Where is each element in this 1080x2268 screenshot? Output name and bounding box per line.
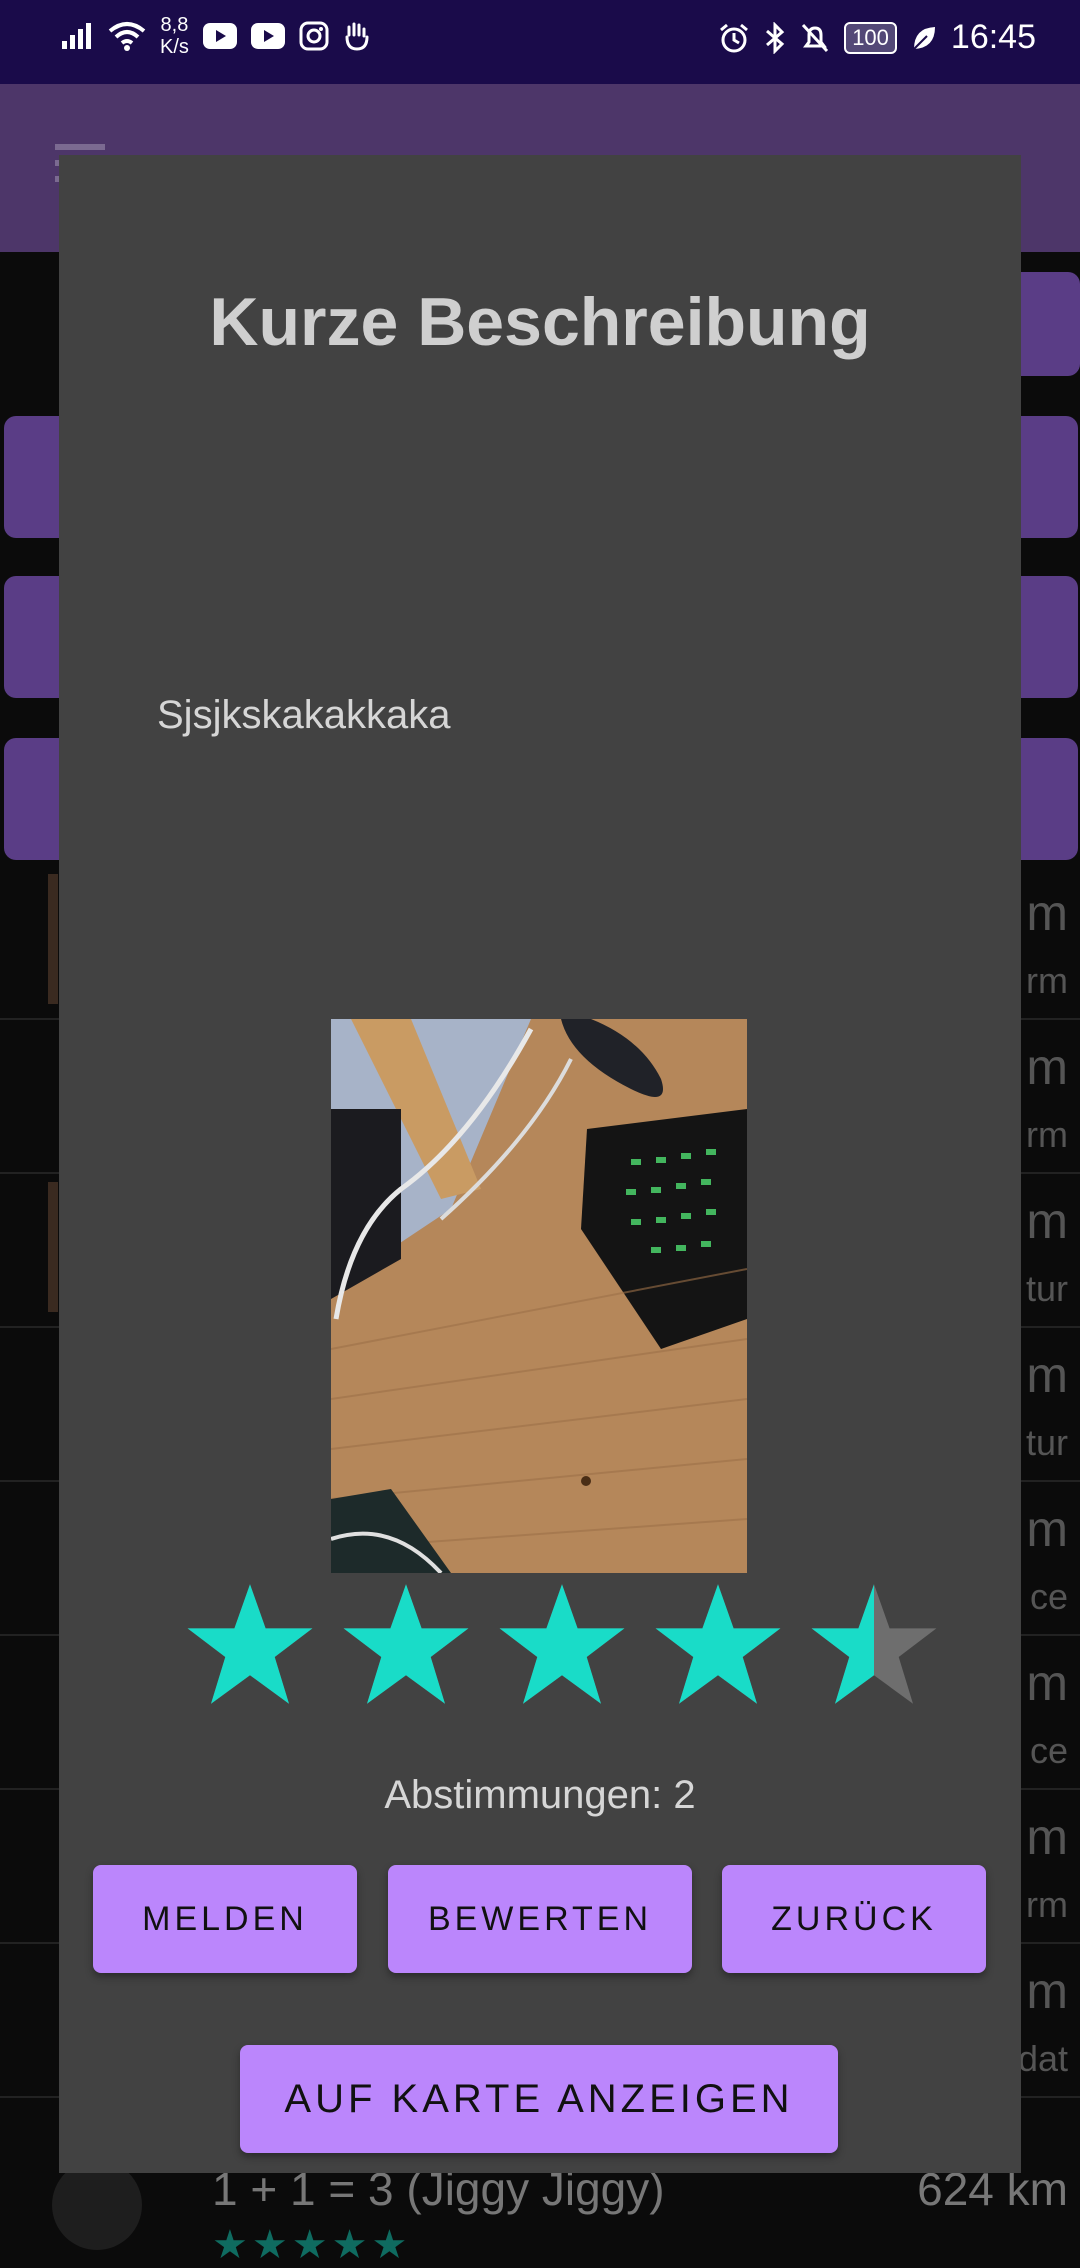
rate-button[interactable]: BEWERTEN <box>388 1865 692 1973</box>
battery-icon: 100 <box>844 21 897 54</box>
detail-dialog: Kurze Beschreibung Sjsjkskakakkaka Absti… <box>59 155 1021 2173</box>
star-icon <box>811 1584 937 1704</box>
star-icon <box>655 1584 781 1704</box>
thumbnail <box>48 1182 58 1312</box>
dialog-title: Kurze Beschreibung <box>209 284 871 360</box>
hand-icon <box>343 21 371 51</box>
avatar <box>52 2160 142 2250</box>
signal-icon <box>60 21 94 51</box>
bluetooth-icon <box>764 21 786 54</box>
leaf-icon <box>911 24 937 52</box>
back-button[interactable]: ZURÜCK <box>722 1865 986 1973</box>
rating-stars <box>185 1579 939 1709</box>
clock: 16:45 <box>950 18 1036 56</box>
thumbnail <box>48 874 58 1004</box>
show-on-map-button[interactable]: AUF KARTE ANZEIGEN <box>240 2045 838 2153</box>
bell-off-icon <box>800 22 830 54</box>
report-button[interactable]: MELDEN <box>93 1865 357 1973</box>
rating-stars-icon: ★★★★★ <box>212 2223 412 2267</box>
status-bar: 8,8 K/s 100 16:45 <box>0 0 1080 84</box>
youtube-icon <box>202 23 237 49</box>
description-text: Sjsjkskakakkaka <box>157 693 451 737</box>
star-icon <box>187 1584 313 1704</box>
status-left: 8,8 K/s <box>60 14 371 58</box>
alarm-icon <box>718 22 750 54</box>
wifi-icon <box>108 21 146 51</box>
location-photo <box>331 1019 747 1573</box>
star-icon <box>343 1584 469 1704</box>
star-icon <box>499 1584 625 1704</box>
youtube-icon <box>250 23 285 49</box>
instagram-icon <box>299 21 329 51</box>
status-right: 100 16:45 <box>718 18 1036 57</box>
votes-count: Abstimmungen: 2 <box>384 1773 696 1817</box>
net-speed: 8,8 K/s <box>160 14 189 58</box>
